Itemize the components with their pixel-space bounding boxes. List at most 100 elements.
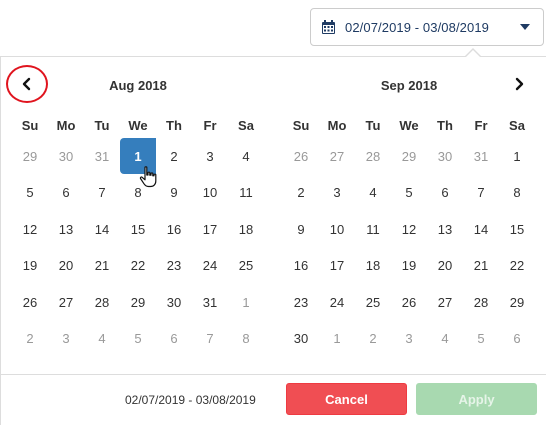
day-cell[interactable]: 14	[87, 214, 117, 244]
day-cell[interactable]: 27	[51, 287, 81, 317]
day-cell[interactable]: 3	[394, 324, 424, 354]
day-cell[interactable]: 4	[358, 178, 388, 208]
caret-down-icon	[520, 24, 530, 30]
day-cell[interactable]: 30	[159, 287, 189, 317]
day-cell[interactable]: 11	[231, 178, 261, 208]
day-cell[interactable]: 9	[159, 178, 189, 208]
weekday-header: We	[128, 117, 148, 133]
day-cell-selected[interactable]: 1	[120, 138, 156, 174]
day-cell[interactable]: 6	[51, 178, 81, 208]
day-cell[interactable]: 3	[195, 141, 225, 171]
day-cell[interactable]: 7	[466, 178, 496, 208]
day-cell[interactable]: 23	[159, 251, 189, 281]
day-cell[interactable]: 13	[51, 214, 81, 244]
day-cell[interactable]: 3	[51, 324, 81, 354]
day-cell[interactable]: 1	[322, 324, 352, 354]
day-cell[interactable]: 21	[466, 251, 496, 281]
day-cell[interactable]: 31	[87, 141, 117, 171]
day-cell[interactable]: 3	[322, 178, 352, 208]
day-cell[interactable]: 5	[466, 324, 496, 354]
day-cell[interactable]: 29	[15, 141, 45, 171]
day-cell[interactable]: 5	[15, 178, 45, 208]
day-cell[interactable]: 29	[394, 141, 424, 171]
day-cell[interactable]: 17	[322, 251, 352, 281]
day-cell[interactable]: 20	[430, 251, 460, 281]
day-cell[interactable]: 13	[430, 214, 460, 244]
day-cell[interactable]: 7	[195, 324, 225, 354]
weekday-header: Sa	[509, 117, 525, 133]
day-cell[interactable]: 1	[502, 141, 532, 171]
weekday-header: Fr	[474, 117, 488, 133]
day-cell[interactable]: 8	[123, 178, 153, 208]
day-cell[interactable]: 2	[15, 324, 45, 354]
day-cell[interactable]: 30	[51, 141, 81, 171]
day-cell[interactable]: 6	[430, 178, 460, 208]
day-cell[interactable]: 26	[286, 141, 316, 171]
day-cell[interactable]: 25	[231, 251, 261, 281]
day-cell[interactable]: 28	[466, 287, 496, 317]
day-cell[interactable]: 1	[231, 287, 261, 317]
apply-button[interactable]: Apply	[416, 383, 537, 415]
day-cell[interactable]: 22	[123, 251, 153, 281]
weekday-header: Tu	[94, 117, 110, 133]
day-cell[interactable]: 31	[195, 287, 225, 317]
day-cell[interactable]: 4	[87, 324, 117, 354]
day-cell[interactable]: 31	[466, 141, 496, 171]
day-cell[interactable]: 6	[159, 324, 189, 354]
day-cell[interactable]: 23	[286, 287, 316, 317]
day-cell[interactable]: 17	[195, 214, 225, 244]
day-cell[interactable]: 26	[15, 287, 45, 317]
day-cell[interactable]: 28	[358, 141, 388, 171]
day-cell[interactable]: 6	[502, 324, 532, 354]
day-cell[interactable]: 30	[430, 141, 460, 171]
day-cell[interactable]: 28	[87, 287, 117, 317]
date-range-button[interactable]: 02/07/2019 - 03/08/2019	[310, 8, 544, 46]
day-cell[interactable]: 29	[123, 287, 153, 317]
cancel-button[interactable]: Cancel	[286, 383, 407, 415]
day-cell[interactable]: 25	[358, 287, 388, 317]
date-range-picker	[0, 56, 546, 425]
day-cell[interactable]: 18	[358, 251, 388, 281]
day-cell[interactable]: 12	[15, 214, 45, 244]
day-cell[interactable]: 20	[51, 251, 81, 281]
day-cell[interactable]: 30	[286, 324, 316, 354]
day-cell[interactable]: 8	[231, 324, 261, 354]
day-cell[interactable]: 18	[231, 214, 261, 244]
day-cell[interactable]: 29	[502, 287, 532, 317]
day-cell[interactable]: 27	[430, 287, 460, 317]
day-cell[interactable]: 2	[286, 178, 316, 208]
picker-pointer-inner	[466, 50, 480, 57]
day-cell[interactable]: 22	[502, 251, 532, 281]
day-cell[interactable]: 19	[394, 251, 424, 281]
prev-month-button[interactable]	[15, 72, 39, 96]
next-month-button[interactable]	[507, 72, 531, 96]
day-cell[interactable]: 24	[195, 251, 225, 281]
day-cell[interactable]: 5	[394, 178, 424, 208]
chevron-right-icon	[515, 77, 524, 91]
month-title-left: Aug 2018	[109, 78, 167, 93]
day-cell[interactable]: 14	[466, 214, 496, 244]
selected-range-label: 02/07/2019 - 03/08/2019	[125, 393, 256, 407]
weekday-header: We	[399, 117, 419, 133]
day-cell[interactable]: 26	[394, 287, 424, 317]
day-cell[interactable]: 16	[159, 214, 189, 244]
day-cell[interactable]: 15	[123, 214, 153, 244]
day-cell[interactable]: 4	[430, 324, 460, 354]
day-cell[interactable]: 7	[87, 178, 117, 208]
day-cell[interactable]: 24	[322, 287, 352, 317]
day-cell[interactable]: 4	[231, 141, 261, 171]
day-cell[interactable]: 10	[195, 178, 225, 208]
day-cell[interactable]: 10	[322, 214, 352, 244]
day-cell[interactable]: 5	[123, 324, 153, 354]
day-cell[interactable]: 2	[358, 324, 388, 354]
day-cell[interactable]: 8	[502, 178, 532, 208]
day-cell[interactable]: 12	[394, 214, 424, 244]
day-cell[interactable]: 27	[322, 141, 352, 171]
day-cell[interactable]: 11	[358, 214, 388, 244]
day-cell[interactable]: 16	[286, 251, 316, 281]
day-cell[interactable]: 21	[87, 251, 117, 281]
day-cell[interactable]: 19	[15, 251, 45, 281]
day-cell[interactable]: 15	[502, 214, 532, 244]
day-cell[interactable]: 9	[286, 214, 316, 244]
day-cell[interactable]: 2	[159, 141, 189, 171]
